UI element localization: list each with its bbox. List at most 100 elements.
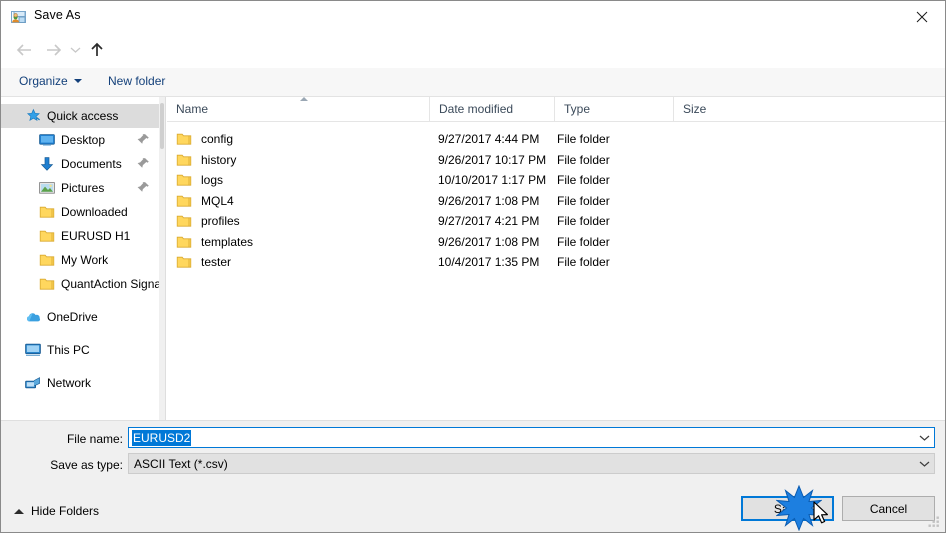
sidebar-item-quick-access[interactable]: Quick access xyxy=(1,104,159,128)
column-header-size[interactable]: Size xyxy=(673,97,754,121)
file-name-label: File name: xyxy=(66,432,123,446)
table-row[interactable]: profiles 9/27/2017 4:21 PM File folder xyxy=(167,211,945,232)
file-type: File folder xyxy=(557,193,610,208)
save-button[interactable]: Save xyxy=(741,496,834,521)
file-name: logs xyxy=(201,173,224,188)
table-row[interactable]: history 9/26/2017 10:17 PM File folder xyxy=(167,150,945,171)
table-row[interactable]: MQL4 9/26/2017 1:08 PM File folder xyxy=(167,191,945,212)
sidebar-item-onedrive[interactable]: OneDrive xyxy=(1,305,159,329)
sidebar-item-label: QuantAction Signal xyxy=(61,277,159,291)
folder-icon xyxy=(39,276,55,292)
pin-icon[interactable] xyxy=(137,133,150,146)
pin-icon[interactable] xyxy=(137,157,150,170)
sidebar-item-desktop[interactable]: Desktop xyxy=(1,128,159,152)
navigation-sidebar: Quick access Desktop Documents Pictures … xyxy=(1,97,159,420)
save-as-dialog: Save As Organize New folder Quick access… xyxy=(0,0,946,533)
command-bar: Organize New folder ? xyxy=(1,68,945,159)
organize-button[interactable]: Organize xyxy=(19,74,82,88)
network-icon xyxy=(25,375,41,391)
sidebar-item-documents[interactable]: Documents xyxy=(1,152,159,176)
hide-folders-label: Hide Folders xyxy=(31,504,100,518)
column-header-label: Size xyxy=(683,102,707,116)
file-type: File folder xyxy=(557,214,610,229)
file-date: 9/26/2017 10:17 PM xyxy=(438,152,547,167)
file-date: 9/27/2017 4:21 PM xyxy=(438,214,540,229)
file-name-cell: logs xyxy=(176,173,223,187)
folder-icon xyxy=(176,173,192,187)
file-name-cell: MQL4 xyxy=(176,194,234,208)
save-as-type-value: ASCII Text (*.csv) xyxy=(134,456,228,471)
file-name-cell: history xyxy=(176,153,236,167)
column-header-label: Type xyxy=(564,102,591,116)
file-date: 9/26/2017 1:08 PM xyxy=(438,234,540,249)
forward-button[interactable] xyxy=(43,39,65,61)
new-folder-label: New folder xyxy=(108,74,166,88)
splitter-grip[interactable] xyxy=(160,103,164,149)
folder-icon xyxy=(176,132,192,146)
file-name-input[interactable]: EURUSD2 xyxy=(128,427,935,448)
organize-label: Organize xyxy=(19,74,68,88)
star-pin-icon xyxy=(25,108,41,124)
cancel-button-label: Cancel xyxy=(869,501,908,516)
table-row[interactable]: logs 10/10/2017 1:17 PM File folder xyxy=(167,170,945,191)
cancel-button[interactable]: Cancel xyxy=(842,496,935,521)
this-pc-icon xyxy=(25,342,41,358)
title-bar: Save As xyxy=(1,1,945,32)
file-list-pane: Name Date modified Type Size config 9/27… xyxy=(167,97,945,420)
recent-locations-chevron-down-icon[interactable] xyxy=(67,39,83,61)
sidebar-item-label: Pictures xyxy=(61,181,105,195)
sidebar-item-label: This PC xyxy=(47,343,90,357)
file-type: File folder xyxy=(557,152,610,167)
save-as-type-select[interactable]: ASCII Text (*.csv) xyxy=(128,453,935,474)
file-name: profiles xyxy=(201,214,240,229)
navigation-bar: « Roaming › MetaQuotes › Terminal › 9155… xyxy=(1,32,945,92)
table-row[interactable]: tester 10/4/2017 1:35 PM File folder xyxy=(167,252,945,273)
table-row[interactable]: config 9/27/2017 4:44 PM File folder xyxy=(167,129,945,150)
close-button[interactable] xyxy=(899,1,945,32)
sidebar-item-quantaction-signal[interactable]: QuantAction Signal xyxy=(1,272,159,296)
hide-folders-button[interactable]: Hide Folders xyxy=(14,504,99,518)
file-name: tester xyxy=(201,255,232,270)
sidebar-item-pictures[interactable]: Pictures xyxy=(1,176,159,200)
new-folder-button[interactable]: New folder xyxy=(108,74,165,88)
sidebar-item-my-work[interactable]: My Work xyxy=(1,248,159,272)
sidebar-item-label: EURUSD H1 xyxy=(61,229,131,243)
file-name-value: EURUSD2 xyxy=(132,429,192,446)
up-button[interactable] xyxy=(86,39,108,61)
window-title: Save As xyxy=(34,8,81,22)
file-name: MQL4 xyxy=(201,193,234,208)
sidebar-item-label: Network xyxy=(47,376,92,390)
sidebar-item-downloaded[interactable]: Downloaded xyxy=(1,200,159,224)
file-date: 10/4/2017 1:35 PM xyxy=(438,255,540,270)
sidebar-item-label: Documents xyxy=(61,157,122,171)
file-name-chevron-down-icon[interactable] xyxy=(915,428,934,447)
column-header-name[interactable]: Name xyxy=(167,97,429,121)
sidebar-item-label: Quick access xyxy=(47,109,119,123)
file-name-cell: tester xyxy=(176,255,231,269)
file-date: 9/27/2017 4:44 PM xyxy=(438,132,540,147)
pane-splitter[interactable] xyxy=(159,97,166,420)
back-button[interactable] xyxy=(13,39,35,61)
column-header-label: Name xyxy=(176,102,209,116)
save-button-label: Save xyxy=(773,501,802,516)
save-as-type-chevron-down-icon[interactable] xyxy=(915,454,934,473)
column-header-date-modified[interactable]: Date modified xyxy=(429,97,554,121)
table-row[interactable]: templates 9/26/2017 1:08 PM File folder xyxy=(167,232,945,253)
folder-icon xyxy=(176,214,192,228)
sidebar-item-this-pc[interactable]: This PC xyxy=(1,338,159,362)
pin-icon[interactable] xyxy=(137,181,150,194)
folder-icon xyxy=(176,194,192,208)
column-header-type[interactable]: Type xyxy=(554,97,673,121)
download-icon xyxy=(39,156,55,172)
browser-body: Quick access Desktop Documents Pictures … xyxy=(1,97,945,420)
sidebar-item-eurusd-h1[interactable]: EURUSD H1 xyxy=(1,224,159,248)
sidebar-item-network[interactable]: Network xyxy=(1,371,159,395)
file-type: File folder xyxy=(557,132,610,147)
folder-icon xyxy=(176,235,192,249)
column-header-label: Date modified xyxy=(439,102,514,116)
sidebar-item-label: Desktop xyxy=(61,133,106,147)
folder-icon xyxy=(39,252,55,268)
